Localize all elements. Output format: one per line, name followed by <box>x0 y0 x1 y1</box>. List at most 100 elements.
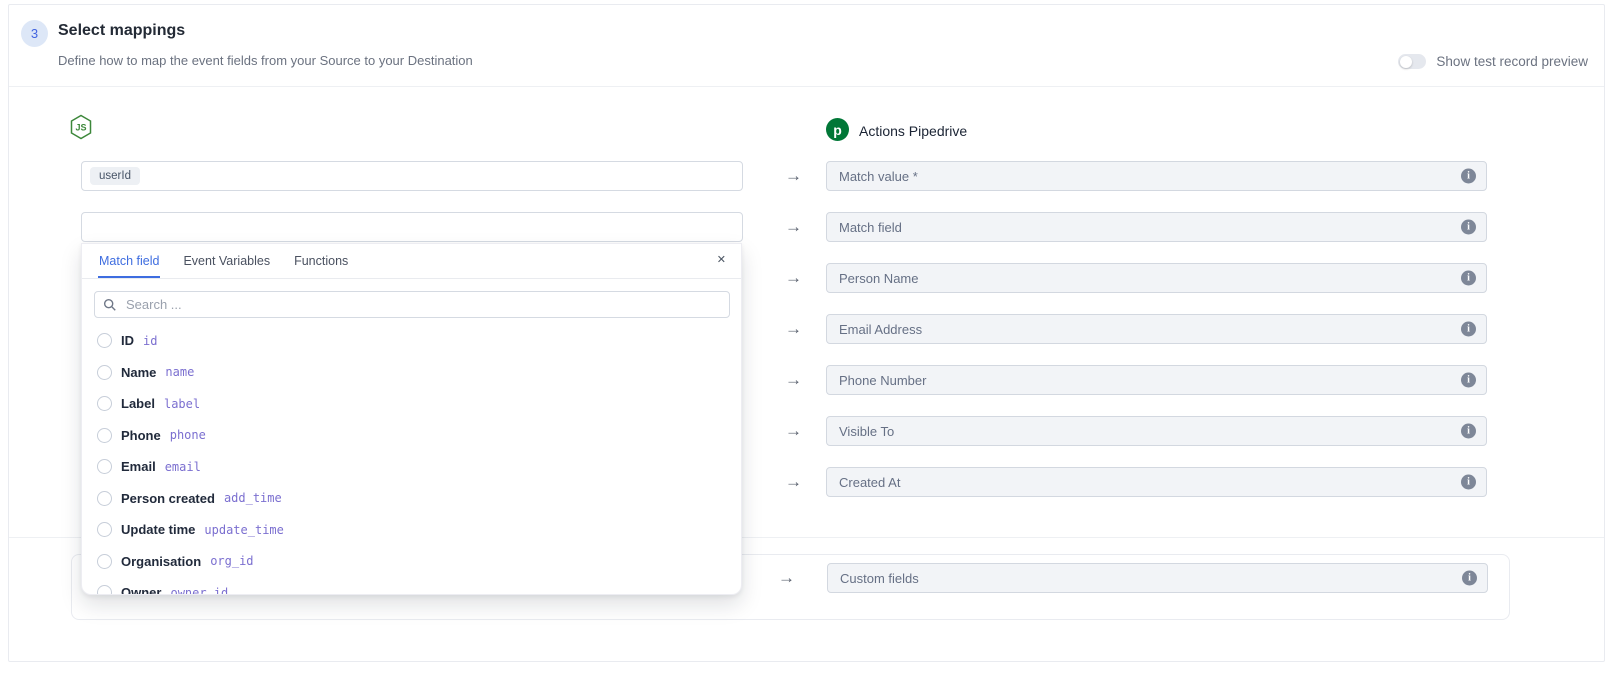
destination-field-match-value[interactable]: Match value * i <box>826 161 1487 191</box>
option-label: Name <box>121 365 156 380</box>
option-label: Organisation <box>121 554 201 569</box>
option-code: label <box>164 397 200 411</box>
radio-icon[interactable] <box>97 491 112 506</box>
field-option-name[interactable]: Name name <box>97 357 741 389</box>
search-icon <box>103 298 117 312</box>
option-label: ID <box>121 333 134 348</box>
arrow-icon: → <box>777 217 826 237</box>
test-record-preview-toggle-row: Show test record preview <box>1398 54 1588 69</box>
option-code: id <box>143 334 157 348</box>
option-label: Email <box>121 459 156 474</box>
info-icon[interactable]: i <box>1461 220 1476 235</box>
source-mapping-input-1[interactable]: userId <box>81 161 743 191</box>
destination-rows: →Match value *i→Match fieldi→Person Name… <box>777 161 1487 518</box>
search-box <box>94 291 730 318</box>
custom-fields-field[interactable]: Custom fields i <box>827 563 1488 593</box>
field-option-email[interactable]: Email email <box>97 451 741 483</box>
page-title: Select mappings <box>58 22 185 40</box>
destination-title: Actions Pipedrive <box>859 123 967 139</box>
field-option-label[interactable]: Label label <box>97 388 741 420</box>
destination-field-label: Email Address <box>839 322 922 337</box>
destination-field-visible-to[interactable]: Visible To i <box>826 416 1487 446</box>
mapping-row: → Email Address i <box>777 314 1487 344</box>
arrow-icon: → <box>778 568 795 588</box>
option-label: Person created <box>121 491 215 506</box>
field-option-org_id[interactable]: Organisation org_id <box>97 546 741 578</box>
field-option-phone[interactable]: Phone phone <box>97 420 741 452</box>
tab-functions[interactable]: Functions <box>293 244 349 278</box>
header-divider <box>9 86 1604 87</box>
option-code: name <box>165 365 194 379</box>
radio-icon[interactable] <box>97 333 112 348</box>
option-label: Update time <box>121 522 195 537</box>
dropdown-tabs: Match field Event Variables Functions ✕ <box>82 244 741 279</box>
mapping-row: → Match field i <box>777 212 1487 242</box>
info-icon[interactable]: i <box>1461 475 1476 490</box>
info-icon[interactable]: i <box>1462 571 1477 586</box>
destination-field-label: Visible To <box>839 424 894 439</box>
destination-field-person-name[interactable]: Person Name i <box>826 263 1487 293</box>
svg-text:JS: JS <box>75 123 86 133</box>
info-icon[interactable]: i <box>1461 271 1476 286</box>
page-subtitle: Define how to map the event fields from … <box>58 53 473 68</box>
arrow-icon: → <box>777 319 826 339</box>
field-picker-dropdown: Match field Event Variables Functions ✕ ID i… <box>81 243 742 595</box>
info-icon[interactable]: i <box>1461 373 1476 388</box>
tab-match-field[interactable]: Match field <box>98 244 160 278</box>
option-label: Phone <box>121 428 161 443</box>
arrow-icon: → <box>777 166 826 186</box>
radio-icon[interactable] <box>97 554 112 569</box>
destination-field-match-field[interactable]: Match field i <box>826 212 1487 242</box>
option-label: Label <box>121 396 155 411</box>
radio-icon[interactable] <box>97 428 112 443</box>
destination-field-created-at[interactable]: Created At i <box>826 467 1487 497</box>
destination-field-email-address[interactable]: Email Address i <box>826 314 1487 344</box>
destination-field-phone-number[interactable]: Phone Number i <box>826 365 1487 395</box>
field-option-update_time[interactable]: Update time update_time <box>97 514 741 546</box>
source-mapping-input-2[interactable] <box>81 212 743 242</box>
field-option-id[interactable]: ID id <box>97 325 741 357</box>
radio-icon[interactable] <box>97 459 112 474</box>
toggle-knob <box>1400 56 1412 68</box>
option-code: add_time <box>224 491 282 505</box>
info-icon[interactable]: i <box>1461 169 1476 184</box>
mapping-row: → Visible To i <box>777 416 1487 446</box>
info-icon[interactable]: i <box>1461 424 1476 439</box>
field-option-add_time[interactable]: Person created add_time <box>97 483 741 515</box>
show-test-record-preview-toggle[interactable] <box>1398 54 1426 69</box>
info-icon[interactable]: i <box>1461 322 1476 337</box>
search-input[interactable] <box>124 296 721 313</box>
field-option-owner_id[interactable]: Ownerowner_id <box>97 577 741 595</box>
option-code: org_id <box>210 554 253 568</box>
screen: 3 Select mappings Define how to map the … <box>0 0 1613 687</box>
radio-icon[interactable] <box>97 522 112 537</box>
arrow-icon: → <box>777 370 826 390</box>
destination-field-label: Phone Number <box>839 373 926 388</box>
pipedrive-icon: p <box>826 118 849 141</box>
nodejs-icon: JS <box>69 114 93 140</box>
arrow-icon: → <box>777 268 826 288</box>
option-code: email <box>165 460 201 474</box>
radio-icon[interactable] <box>97 365 112 380</box>
tab-event-variables[interactable]: Event Variables <box>182 244 271 278</box>
destination-field-label: Match field <box>839 220 902 235</box>
destination-field-label: Person Name <box>839 271 918 286</box>
custom-fields-label: Custom fields <box>840 571 919 586</box>
option-code: phone <box>170 428 206 442</box>
field-options-list: ID id Name name Label label Phone phone Email ema… <box>82 325 741 595</box>
arrow-icon: → <box>777 421 826 441</box>
destination-field-label: Created At <box>839 475 900 490</box>
radio-icon[interactable] <box>97 585 112 595</box>
select-mappings-panel: 3 Select mappings Define how to map the … <box>8 4 1605 662</box>
close-icon[interactable]: ✕ <box>717 253 726 266</box>
option-code: owner_id <box>170 586 228 595</box>
option-code: update_time <box>204 523 283 537</box>
userid-chip[interactable]: userId <box>90 167 140 185</box>
mapping-row: → Match value * i <box>777 161 1487 191</box>
step-number-badge: 3 <box>21 20 48 47</box>
mapping-row: → Created At i <box>777 467 1487 497</box>
arrow-icon: → <box>777 472 826 492</box>
mapping-row: → Phone Number i <box>777 365 1487 395</box>
radio-icon[interactable] <box>97 396 112 411</box>
destination-field-label: Match value * <box>839 169 918 184</box>
